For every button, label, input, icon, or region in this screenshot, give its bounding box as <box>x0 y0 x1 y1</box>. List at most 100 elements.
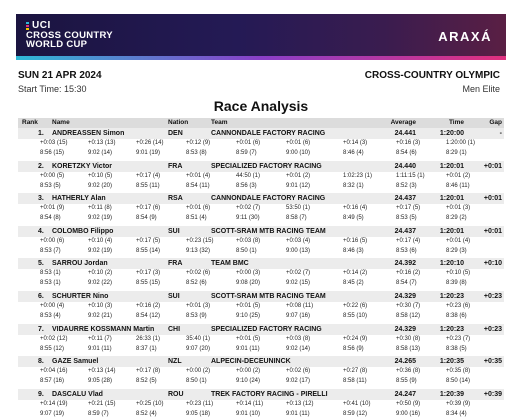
uci-world-cup-logo: UCI CROSS COUNTRY WORLD CUP <box>26 20 166 49</box>
split-lap-cell: 9:02 (15) <box>286 280 311 287</box>
col-gap: Gap <box>489 119 502 126</box>
rider-team: TEAM BMC <box>211 260 249 268</box>
split-gap-cell: +0:02 (7) <box>286 270 311 277</box>
split-lap-row: 8:55 (12) 9:01 (11) 8:37 (1) 9:07 (20) 9:01 … <box>18 345 504 355</box>
split-gap-cell: +0:01 (2) <box>286 172 311 179</box>
rider-gap: +0:39 <box>483 390 502 398</box>
split-lap-cell: 8:50 (1) <box>186 378 207 385</box>
table-row: 6. SCHURTER Nino SUI SCOTT-SRAM MTB RACING … <box>18 290 504 324</box>
split-lap-cell: 8:34 (4) <box>446 410 467 417</box>
split-gap-cell: +0:01 (5) <box>236 302 261 309</box>
rider-time: 1:20:10 <box>439 260 464 268</box>
rider-time: 1:20:23 <box>439 325 464 333</box>
split-gap-cell: +0:04 (16) <box>40 368 68 375</box>
rider-average: 24.265 <box>394 358 416 366</box>
table-row: 5. SARROU Jordan FRA TEAM BMC 24.392 1:20:10 +… <box>18 258 504 291</box>
rider-main-row: 2. KORETZKY Victor FRA SPECIALIZED FACTORY … <box>18 160 504 172</box>
split-gap-cell: +0:17 (6) <box>136 205 161 212</box>
split-lap-cell: 8:46 (3) <box>343 247 364 254</box>
sponsor-logo: ARAXÁ <box>438 29 492 44</box>
rider-rank: 2. <box>38 162 44 170</box>
split-gap-cell: +0:27 (8) <box>343 368 368 375</box>
split-gap-cell: +0:12 (9) <box>186 140 211 146</box>
split-lap-row: 8:53 (7) 9:02 (19) 8:55 (14) 9:13 (32) 8:50 … <box>18 247 504 257</box>
split-lap-cell: 9:00 (10) <box>286 150 311 156</box>
rider-name: COLOMBO Filippo <box>52 227 114 235</box>
rider-team: ALPECIN-DECEUNINCK <box>211 358 291 366</box>
rider-nation: NZL <box>168 358 182 366</box>
split-gap-row: +0:00 (5) +0:10 (5) +0:17 (4) +0:01 (4) 44:5… <box>18 172 504 182</box>
rider-average: 24.437 <box>394 195 416 203</box>
split-gap-cell: +0:01 (6) <box>186 205 211 212</box>
rider-name: KORETZKY Victor <box>52 162 113 170</box>
split-gap-row: +0:02 (12) +0:11 (7) 26:33 (1) 35:40 (1) +0:… <box>18 335 504 345</box>
split-gap-cell: +0:30 (8) <box>396 335 421 342</box>
split-lap-row: 9:07 (19) 8:59 (7) 8:52 (4) 9:05 (18) 9:01 (… <box>18 410 504 420</box>
split-lap-cell: 9:10 (25) <box>236 312 261 319</box>
split-lap-cell: 9:02 (19) <box>88 247 113 254</box>
split-lap-cell: 9:07 (20) <box>186 345 211 352</box>
split-gap-cell: +0:39 (9) <box>446 400 471 407</box>
split-lap-cell: 8:54 (12) <box>136 312 161 319</box>
split-lap-cell: 8:52 (5) <box>136 378 157 385</box>
rider-gap: - <box>499 130 502 137</box>
col-name: Name <box>52 119 70 126</box>
header-banner: UCI CROSS COUNTRY WORLD CUP ARAXÁ <box>16 14 506 60</box>
table-row: 4. COLOMBO Filippo SUI SCOTT-SRAM MTB RACIN… <box>18 225 504 259</box>
split-gap-cell: +0:13 (14) <box>88 368 116 375</box>
split-lap-cell: 9:01 (11) <box>88 345 112 352</box>
table-header: Rank Name Nation Team Average Time Gap <box>18 118 504 128</box>
split-lap-cell: 8:52 (4) <box>136 410 157 417</box>
split-lap-cell: 8:29 (2) <box>446 215 467 222</box>
rider-gap: +0:23 <box>483 292 502 300</box>
split-gap-cell: 35:40 (1) <box>186 335 211 342</box>
rider-team: SPECIALIZED FACTORY RACING <box>211 162 322 170</box>
split-gap-cell: +0:10 (2) <box>88 270 113 277</box>
rider-rank: 7. <box>38 325 44 333</box>
split-lap-row: 8:53 (4) 9:02 (21) 8:54 (12) 8:53 (9) 9:10 (… <box>18 312 504 322</box>
split-lap-cell: 8:56 (3) <box>236 182 257 189</box>
split-gap-cell: +0:00 (2) <box>186 368 211 375</box>
rider-gap: +0:01 <box>483 227 502 235</box>
split-gap-cell: +0:14 (11) <box>236 400 264 407</box>
split-gap-cell: +0:23 (7) <box>446 335 471 342</box>
split-gap-cell: +0:14 (2) <box>343 270 368 277</box>
split-gap-row: +0:04 (16) +0:13 (14) +0:17 (8) +0:00 (2) +0… <box>18 367 504 377</box>
split-lap-cell: 9:02 (21) <box>88 312 113 319</box>
rider-average: 24.441 <box>394 130 416 137</box>
split-gap-row: +0:03 (15) +0:13 (13) +0:26 (14) +0:12 (9) +… <box>18 139 504 149</box>
split-lap-cell: 8:58 (7) <box>286 215 307 222</box>
split-gap-cell: +0:01 (4) <box>446 237 471 244</box>
rider-main-row: 3. HATHERLY Alan RSA CANNONDALE FACTORY RAC… <box>18 193 504 205</box>
split-lap-cell: 9:13 (32) <box>186 247 211 254</box>
split-gap-cell: +0:50 (9) <box>396 400 421 407</box>
split-gap-cell: 1:11:15 (1) <box>396 172 425 179</box>
table-row: 3. HATHERLY Alan RSA CANNONDALE FACTORY RAC… <box>18 193 504 226</box>
rider-nation: RSA <box>168 195 183 203</box>
split-gap-cell: +0:01 (6) <box>286 140 311 146</box>
rider-average: 24.392 <box>394 260 416 268</box>
col-time: Time <box>448 119 464 126</box>
split-lap-cell: 8:49 (5) <box>343 215 364 222</box>
rider-main-row: 1. ANDREASSEN Simon DEN CANNONDALE FACTORY … <box>18 128 504 139</box>
rider-gap: +0:10 <box>483 260 502 268</box>
split-gap-cell: +0:41 (10) <box>343 400 371 407</box>
rider-average: 24.440 <box>394 162 416 170</box>
col-average: Average <box>390 119 416 126</box>
rider-main-row: 9. DASCALU Vlad ROU TREK FACTORY RACING - P… <box>18 388 504 400</box>
split-gap-cell: +0:22 (6) <box>343 302 368 309</box>
rider-name: ANDREASSEN Simon <box>52 130 125 137</box>
split-gap-cell: +0:10 (4) <box>88 237 113 244</box>
split-lap-cell: 8:53 (7) <box>40 247 61 254</box>
split-gap-cell: +0:14 (3) <box>343 140 368 146</box>
table-row: 2. KORETZKY Victor FRA SPECIALIZED FACTORY … <box>18 160 504 194</box>
split-gap-cell: +0:21 (15) <box>88 400 116 407</box>
rider-time: 1:20:00 <box>439 130 464 137</box>
split-gap-row: +0:00 (4) +0:10 (3) +0:16 (2) +0:01 (3) +0:0… <box>18 302 504 312</box>
rider-name: DASCALU Vlad <box>52 390 103 398</box>
rider-team: SCOTT-SRAM MTB RACING TEAM <box>211 292 326 300</box>
split-gap-cell: +0:00 (5) <box>40 172 65 179</box>
split-gap-cell: +0:24 (9) <box>343 335 368 342</box>
event-name: CROSS-COUNTRY OLYMPIC <box>364 70 500 81</box>
split-lap-cell: 8:38 (5) <box>446 345 467 352</box>
